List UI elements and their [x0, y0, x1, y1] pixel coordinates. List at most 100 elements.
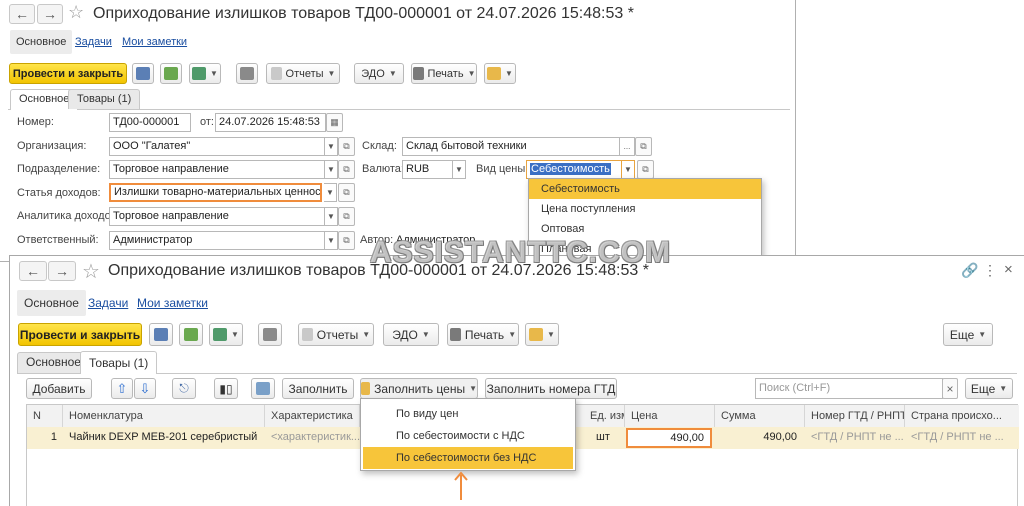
structure-button[interactable] — [258, 323, 282, 346]
edo-button[interactable]: ЭДО ▼ — [354, 63, 404, 84]
unit-cell[interactable]: шт — [590, 427, 625, 448]
post-and-close-button[interactable]: Провести и закрыть — [9, 63, 127, 84]
fill-prices-option[interactable]: По виду цен — [363, 403, 575, 425]
fill-gtd-button[interactable]: Заполнить номера ГТД — [485, 378, 617, 399]
column-header[interactable]: Сумма — [715, 405, 805, 427]
warehouse-field[interactable]: Склад бытовой техники — [402, 137, 620, 156]
warehouse-select[interactable]: ... — [620, 137, 635, 156]
table-more-button[interactable]: Еще ▼ — [965, 378, 1013, 399]
panel-tab-notes[interactable]: Мои заметки — [131, 290, 214, 316]
more-vertical-icon[interactable]: ⋮ — [983, 262, 997, 279]
create-based-on-button[interactable]: ▼ — [189, 63, 221, 84]
currency-dropdown[interactable]: ▼ — [453, 160, 466, 179]
price-type-option[interactable]: Цена поступления — [529, 199, 761, 219]
forward-button[interactable]: → — [48, 261, 76, 281]
create-based-on-button[interactable]: ▼ — [209, 323, 243, 346]
reports-button[interactable]: Отчеты ▼ — [298, 323, 374, 346]
price-cell[interactable]: 490,00 — [626, 428, 712, 448]
org-field[interactable]: ООО "Галатея" — [109, 137, 325, 156]
warehouse-open-button[interactable]: ⧉ — [635, 137, 652, 156]
price-type-dropdown[interactable]: ▼ — [622, 160, 635, 179]
post-button[interactable] — [179, 323, 203, 346]
chevron-down-icon: ▼ — [469, 384, 477, 393]
calendar-button[interactable]: ▦ — [326, 113, 343, 132]
save-button[interactable] — [132, 63, 154, 84]
edo-button[interactable]: ЭДО ▼ — [383, 323, 439, 346]
link-icon[interactable]: 🔗 — [961, 262, 978, 279]
country-cell[interactable]: <ГТД / РНПТ не ... — [905, 427, 1017, 448]
income-analytics-field[interactable]: Торговое направление — [109, 207, 325, 226]
column-header[interactable]: Номенклатура — [63, 405, 265, 427]
barcode-button[interactable]: ▮▯ — [214, 378, 238, 399]
column-header[interactable]: N — [27, 405, 63, 427]
income-item-field[interactable]: Излишки товарно-материальных ценностей — [109, 183, 322, 202]
price-type-open-button[interactable]: ⧉ — [637, 160, 654, 179]
division-dropdown[interactable]: ▼ — [325, 160, 338, 179]
price-type-field[interactable]: Себестоимость — [526, 160, 622, 179]
clear-search-button[interactable]: × — [942, 378, 958, 399]
favorite-star-icon[interactable]: ☆ — [82, 259, 100, 284]
characteristic-cell[interactable]: <характеристик... — [265, 427, 360, 448]
attachment-icon — [529, 328, 544, 341]
print-button[interactable]: Печать ▼ — [447, 323, 519, 346]
panel-tab-notes[interactable]: Мои заметки — [116, 30, 193, 54]
currency-field[interactable]: RUB — [402, 160, 453, 179]
column-header[interactable]: Характеристика — [265, 405, 360, 427]
open-icon: ⧉ — [343, 164, 350, 174]
item-cell[interactable]: Чайник DEXP MEB-201 серебристый — [63, 427, 265, 448]
form-tab-goods[interactable]: Товары (1) — [80, 351, 158, 374]
division-open-button[interactable]: ⧉ — [338, 160, 355, 179]
fill-prices-option[interactable]: По себестоимости с НДС — [363, 425, 575, 447]
responsible-field[interactable]: Администратор — [109, 231, 325, 250]
date-field[interactable]: 24.07.2026 15:48:53 — [215, 113, 326, 132]
attachments-button[interactable]: ▼ — [484, 63, 516, 84]
move-up-button[interactable]: ⇧ — [111, 378, 133, 399]
search-input[interactable]: Поиск (Ctrl+F) — [755, 378, 943, 399]
structure-button[interactable] — [236, 63, 258, 84]
column-header[interactable]: Цена — [625, 405, 715, 427]
org-dropdown[interactable]: ▼ — [325, 137, 338, 156]
column-header[interactable]: Страна происхо... — [905, 405, 1019, 427]
gtd-cell[interactable]: <ГТД / РНПТ не ... — [805, 427, 905, 448]
responsible-open-button[interactable]: ⧉ — [338, 231, 355, 250]
column-header[interactable]: Номер ГТД / РНПТ — [805, 405, 905, 427]
post-button[interactable] — [160, 63, 182, 84]
create-based-icon — [192, 67, 207, 80]
panel-tab-tasks[interactable]: Задачи — [82, 290, 134, 316]
income-item-open-button[interactable]: ⧉ — [338, 183, 355, 202]
reports-button[interactable]: Отчеты ▼ — [266, 63, 340, 84]
income-analytics-dropdown[interactable]: ▼ — [325, 207, 338, 226]
share-button[interactable]: ⎋ — [172, 378, 196, 399]
panel-tab-main[interactable]: Основное — [17, 290, 86, 316]
panel-tab-tasks[interactable]: Задачи — [69, 30, 118, 54]
move-down-button[interactable]: ⇩ — [134, 378, 156, 399]
price-type-option[interactable]: Себестоимость — [529, 179, 761, 199]
reports-label: Отчеты — [316, 327, 359, 342]
add-row-button[interactable]: Добавить — [26, 378, 92, 399]
open-icon: ⧉ — [640, 141, 647, 151]
number-field[interactable]: ТД00-000001 — [109, 113, 191, 132]
responsible-dropdown[interactable]: ▼ — [325, 231, 338, 250]
org-open-button[interactable]: ⧉ — [338, 137, 355, 156]
close-icon[interactable]: × — [1004, 261, 1013, 278]
attachments-button[interactable]: ▼ — [525, 323, 559, 346]
save-button[interactable] — [149, 323, 173, 346]
fill-prices-option[interactable]: По себестоимости без НДС — [363, 447, 573, 469]
sum-cell[interactable]: 490,00 — [715, 427, 803, 448]
print-button[interactable]: Печать ▼ — [411, 63, 477, 84]
window-title: Оприходование излишков товаров ТД00-0000… — [93, 5, 634, 22]
fill-button[interactable]: Заполнить — [282, 378, 354, 399]
more-button[interactable]: Еще ▼ — [943, 323, 993, 346]
back-button[interactable]: ← — [19, 261, 47, 281]
select-items-button[interactable] — [251, 378, 275, 399]
forward-button[interactable]: → — [37, 4, 63, 24]
fill-prices-button[interactable]: Заполнить цены ▼ — [360, 378, 478, 399]
income-item-dropdown[interactable]: ▼ — [324, 183, 337, 202]
division-field[interactable]: Торговое направление — [109, 160, 325, 179]
form-tab-goods[interactable]: Товары (1) — [68, 89, 141, 109]
panel-tab-main[interactable]: Основное — [10, 30, 73, 54]
favorite-star-icon[interactable]: ☆ — [68, 2, 84, 23]
back-button[interactable]: ← — [9, 4, 35, 24]
income-analytics-open-button[interactable]: ⧉ — [338, 207, 355, 226]
post-and-close-button[interactable]: Провести и закрыть — [18, 323, 142, 346]
